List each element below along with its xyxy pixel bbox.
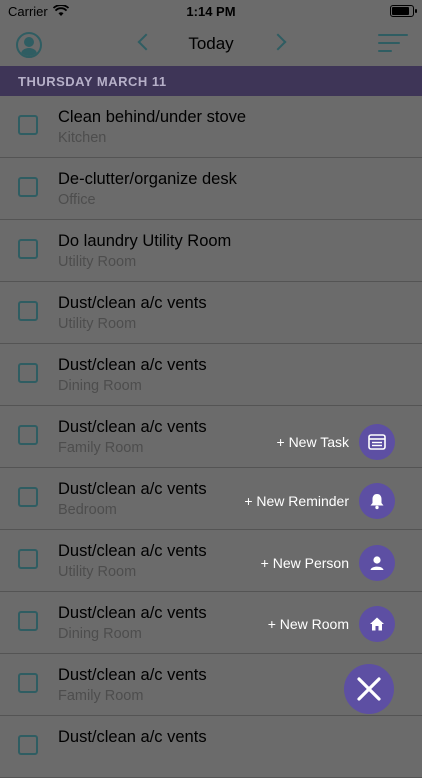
fab-new-task-label: + New Task bbox=[276, 434, 350, 450]
task-room: Utility Room bbox=[58, 254, 137, 270]
task-row[interactable]: Dust/clean a/c vents Dining Room bbox=[0, 344, 422, 406]
fab-new-reminder-label: + New Reminder bbox=[244, 493, 349, 509]
task-row[interactable]: Dust/clean a/c vents Utility Room bbox=[0, 282, 422, 344]
task-row[interactable]: Do laundry Utility Room Utility Room bbox=[0, 220, 422, 282]
new-room-button[interactable] bbox=[359, 606, 395, 642]
task-room: Kitchen bbox=[58, 130, 107, 146]
fab-new-room[interactable]: + New Room bbox=[268, 606, 395, 642]
task-room: Office bbox=[58, 192, 96, 208]
task-row[interactable]: Dust/clean a/c vents bbox=[0, 716, 422, 778]
task-room: Utility Room bbox=[58, 316, 137, 332]
task-room: Bedroom bbox=[58, 502, 117, 518]
task-title: Dust/clean a/c vents bbox=[58, 294, 207, 312]
task-checkbox[interactable] bbox=[18, 549, 38, 569]
task-room: Family Room bbox=[58, 440, 144, 456]
task-title: Dust/clean a/c vents bbox=[58, 356, 207, 374]
task-title: Dust/clean a/c vents bbox=[58, 480, 207, 498]
close-menu-button[interactable] bbox=[344, 664, 394, 714]
task-row[interactable]: De-clutter/organize desk Office bbox=[0, 158, 422, 220]
home-icon bbox=[370, 617, 384, 631]
task-title: Dust/clean a/c vents bbox=[58, 728, 207, 746]
battery-icon bbox=[390, 5, 417, 17]
new-reminder-button[interactable] bbox=[359, 483, 395, 519]
task-title: De-clutter/organize desk bbox=[58, 170, 237, 188]
status-time: 1:14 PM bbox=[186, 3, 236, 19]
task-title: Dust/clean a/c vents bbox=[58, 542, 207, 560]
task-checkbox[interactable] bbox=[18, 611, 38, 631]
new-task-button[interactable] bbox=[359, 424, 395, 460]
task-row[interactable]: Clean behind/under stove Kitchen bbox=[0, 96, 422, 158]
task-room: Dining Room bbox=[58, 626, 142, 642]
task-title: Dust/clean a/c vents bbox=[58, 418, 207, 436]
task-checkbox[interactable] bbox=[18, 735, 38, 755]
task-card-icon bbox=[368, 434, 386, 450]
close-icon bbox=[357, 677, 381, 701]
status-bar: Carrier 1:14 PM bbox=[0, 0, 422, 22]
new-person-button[interactable] bbox=[359, 545, 395, 581]
task-room: Dining Room bbox=[58, 378, 142, 394]
task-checkbox[interactable] bbox=[18, 487, 38, 507]
task-room: Family Room bbox=[58, 688, 144, 704]
task-checkbox[interactable] bbox=[18, 673, 38, 693]
task-checkbox[interactable] bbox=[18, 425, 38, 445]
task-checkbox[interactable] bbox=[18, 363, 38, 383]
fab-new-room-label: + New Room bbox=[267, 616, 349, 632]
section-date-header: THURSDAY MARCH 11 bbox=[0, 66, 422, 96]
task-checkbox[interactable] bbox=[18, 177, 38, 197]
task-room: Utility Room bbox=[58, 564, 137, 580]
task-title: Do laundry Utility Room bbox=[58, 232, 232, 250]
task-title: Dust/clean a/c vents bbox=[58, 604, 207, 622]
task-checkbox[interactable] bbox=[18, 239, 38, 259]
fab-new-person-label: + New Person bbox=[260, 555, 349, 571]
page-title: Today bbox=[188, 34, 234, 53]
fab-new-reminder[interactable]: + New Reminder bbox=[244, 483, 395, 519]
task-checkbox[interactable] bbox=[18, 115, 38, 135]
filter-menu-icon[interactable] bbox=[378, 34, 408, 54]
nav-bar: Today bbox=[0, 22, 422, 66]
fab-new-task[interactable]: + New Task bbox=[276, 424, 395, 460]
task-title: Clean behind/under stove bbox=[58, 108, 247, 126]
bell-icon bbox=[370, 494, 384, 510]
task-title: Dust/clean a/c vents bbox=[58, 666, 207, 684]
person-icon bbox=[370, 556, 384, 570]
task-checkbox[interactable] bbox=[18, 301, 38, 321]
fab-new-person[interactable]: + New Person bbox=[261, 545, 395, 581]
